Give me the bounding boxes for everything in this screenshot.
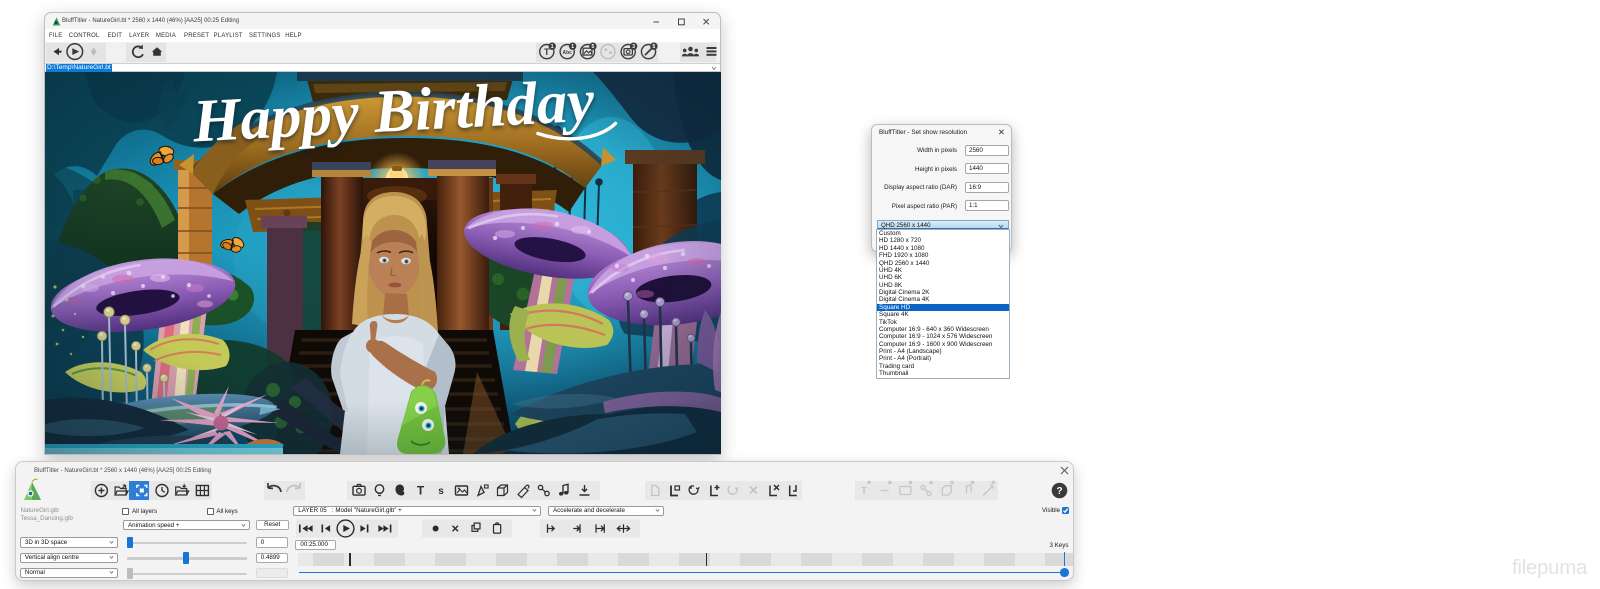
svg-text:s: s bbox=[438, 486, 444, 497]
svg-text:3: 3 bbox=[632, 44, 635, 50]
svg-text:?: ? bbox=[1056, 486, 1062, 497]
svg-text:T: T bbox=[417, 484, 425, 498]
svg-text:1: 1 bbox=[551, 44, 554, 50]
svg-text:T: T bbox=[544, 47, 550, 57]
svg-text:Abc: Abc bbox=[562, 50, 572, 56]
svg-text:1: 1 bbox=[571, 44, 574, 50]
svg-text:5: 5 bbox=[653, 44, 656, 50]
svg-text:5: 5 bbox=[592, 44, 595, 50]
svg-text:T: T bbox=[861, 486, 867, 497]
